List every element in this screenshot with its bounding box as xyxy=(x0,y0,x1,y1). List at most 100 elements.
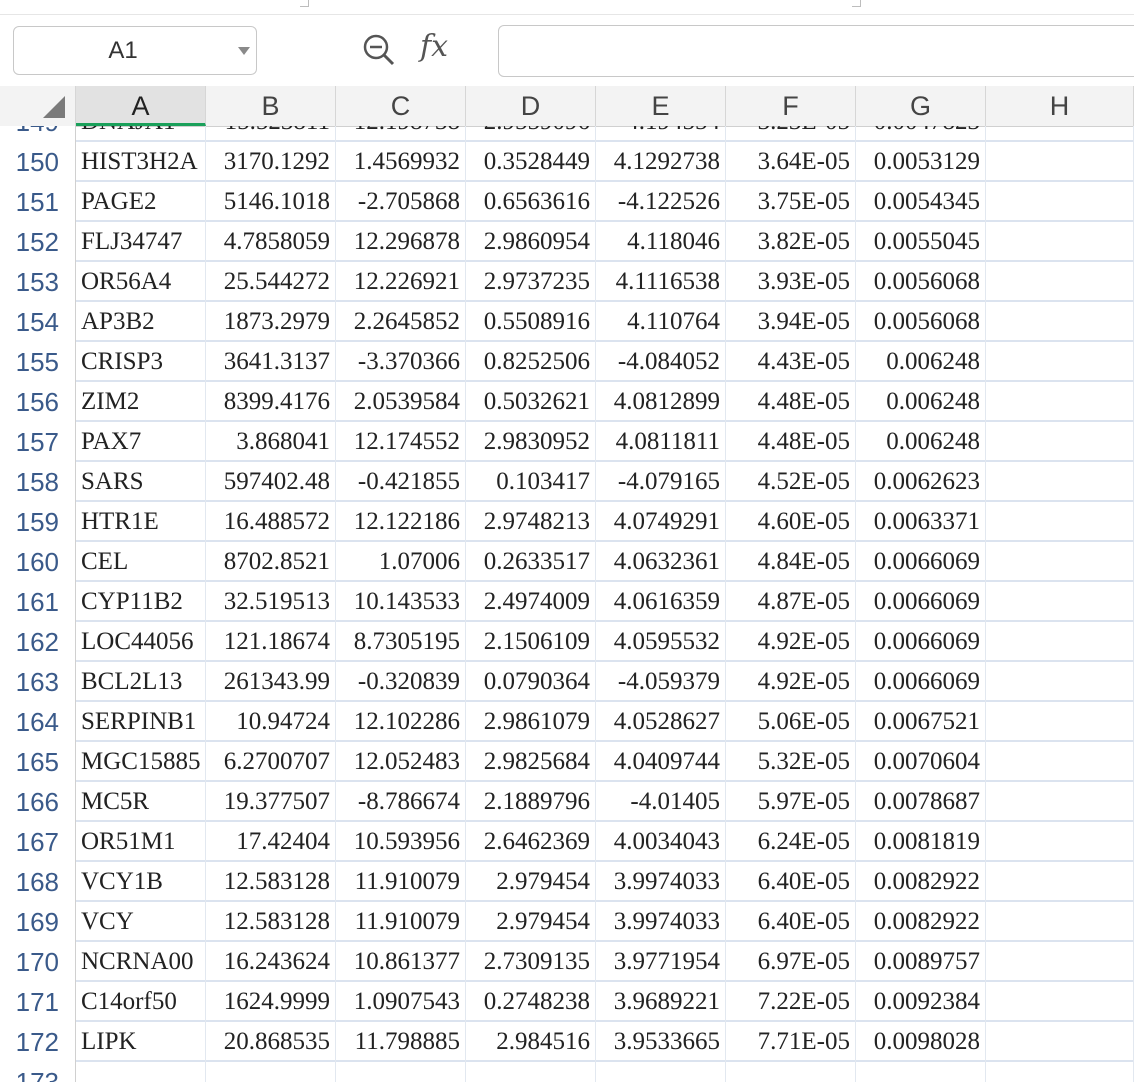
cell-a[interactable]: DNAJA1 xyxy=(76,126,206,142)
cell-a[interactable]: AP3B2 xyxy=(76,302,206,342)
cell-f[interactable]: 4.84E-05 xyxy=(726,542,856,582)
cell-a[interactable]: MGC15885 xyxy=(76,742,206,782)
column-header-d[interactable]: D xyxy=(466,86,596,126)
cell-e[interactable]: 4.0528627 xyxy=(596,702,726,742)
cell-g[interactable]: 0.0078687 xyxy=(856,782,986,822)
cell-g[interactable]: 0.0082922 xyxy=(856,862,986,902)
cell-h[interactable] xyxy=(986,126,1134,142)
cell-c[interactable]: 12.174552 xyxy=(336,422,466,462)
cell-a[interactable]: HIST3H2A xyxy=(76,142,206,182)
cell-c[interactable]: -2.705868 xyxy=(336,182,466,222)
cell-h[interactable] xyxy=(986,262,1134,302)
cell-g[interactable]: 0.0089757 xyxy=(856,942,986,982)
cell-g[interactable]: 0.0056068 xyxy=(856,262,986,302)
cell-h[interactable] xyxy=(986,622,1134,662)
cell-d[interactable]: 2.9861079 xyxy=(466,702,596,742)
cell-h[interactable] xyxy=(986,862,1134,902)
column-header-f[interactable]: F xyxy=(726,86,856,126)
cell-a[interactable]: HTR1E xyxy=(76,502,206,542)
cell-f[interactable]: 5.06E-05 xyxy=(726,702,856,742)
cell-a[interactable]: LOC44056 xyxy=(76,622,206,662)
cell-b[interactable]: 8702.8521 xyxy=(206,542,336,582)
cell-b[interactable]: 3.868041 xyxy=(206,422,336,462)
cell-e[interactable]: 4.110764 xyxy=(596,302,726,342)
cell-b[interactable]: 121.18674 xyxy=(206,622,336,662)
cell-e[interactable] xyxy=(596,1062,726,1082)
row-header[interactable]: 169 xyxy=(0,902,76,942)
cell-f[interactable]: 6.40E-05 xyxy=(726,902,856,942)
cell-e[interactable]: 3.9974033 xyxy=(596,862,726,902)
cell-c[interactable] xyxy=(336,1062,466,1082)
cell-f[interactable]: 3.93E-05 xyxy=(726,262,856,302)
cell-g[interactable]: 0.0056068 xyxy=(856,302,986,342)
cell-a[interactable]: VCY1B xyxy=(76,862,206,902)
chevron-down-icon[interactable] xyxy=(238,47,250,55)
cell-g[interactable]: 0.006248 xyxy=(856,342,986,382)
column-header-h[interactable]: H xyxy=(986,86,1134,126)
cell-b[interactable]: 32.519513 xyxy=(206,582,336,622)
cell-c[interactable]: 8.7305195 xyxy=(336,622,466,662)
cell-b[interactable]: 16.243624 xyxy=(206,942,336,982)
cell-d[interactable]: 0.0790364 xyxy=(466,662,596,702)
cell-h[interactable] xyxy=(986,742,1134,782)
cell-a[interactable]: NCRNA00 xyxy=(76,942,206,982)
cell-d[interactable]: 2.9748213 xyxy=(466,502,596,542)
cell-b[interactable]: 4.7858059 xyxy=(206,222,336,262)
cell-c[interactable]: 12.226921 xyxy=(336,262,466,302)
cell-a[interactable]: CRISP3 xyxy=(76,342,206,382)
cell-h[interactable] xyxy=(986,702,1134,742)
cell-g[interactable]: 0.0067521 xyxy=(856,702,986,742)
cell-g[interactable]: 0.0092384 xyxy=(856,982,986,1022)
cell-h[interactable] xyxy=(986,302,1134,342)
cell-f[interactable]: 3.94E-05 xyxy=(726,302,856,342)
zoom-icon[interactable] xyxy=(362,33,396,67)
cell-a[interactable]: CYP11B2 xyxy=(76,582,206,622)
cell-g[interactable]: 0.0053129 xyxy=(856,142,986,182)
cell-h[interactable] xyxy=(986,182,1134,222)
cell-a[interactable]: OR51M1 xyxy=(76,822,206,862)
row-header[interactable]: 154 xyxy=(0,302,76,342)
cell-f[interactable]: 3.64E-05 xyxy=(726,142,856,182)
cell-f[interactable]: 4.48E-05 xyxy=(726,422,856,462)
column-header-b[interactable]: B xyxy=(206,86,336,126)
cell-h[interactable] xyxy=(986,1022,1134,1062)
cell-g[interactable]: 0.0098028 xyxy=(856,1022,986,1062)
column-header-g[interactable]: G xyxy=(856,86,986,126)
cell-b[interactable]: 1624.9999 xyxy=(206,982,336,1022)
cell-e[interactable]: 3.9533665 xyxy=(596,1022,726,1062)
cell-b[interactable]: 17.42404 xyxy=(206,822,336,862)
cell-d[interactable]: 0.103417 xyxy=(466,462,596,502)
cell-d[interactable]: 2.984516 xyxy=(466,1022,596,1062)
cell-f[interactable] xyxy=(726,1062,856,1082)
cell-g[interactable]: 0.0062623 xyxy=(856,462,986,502)
cell-g[interactable] xyxy=(856,1062,986,1082)
row-header[interactable]: 159 xyxy=(0,502,76,542)
cell-e[interactable]: 3.9689221 xyxy=(596,982,726,1022)
cell-b[interactable]: 261343.99 xyxy=(206,662,336,702)
name-box[interactable]: A1 xyxy=(13,26,257,75)
cell-g[interactable]: 0.0047823 xyxy=(856,126,986,142)
cell-h[interactable] xyxy=(986,342,1134,382)
cell-a[interactable]: MC5R xyxy=(76,782,206,822)
cell-b[interactable]: 3170.1292 xyxy=(206,142,336,182)
cell-c[interactable]: 10.143533 xyxy=(336,582,466,622)
cell-c[interactable]: 10.593956 xyxy=(336,822,466,862)
cell-b[interactable]: 16.488572 xyxy=(206,502,336,542)
cell-f[interactable]: 4.92E-05 xyxy=(726,662,856,702)
cell-f[interactable]: 3.82E-05 xyxy=(726,222,856,262)
cell-c[interactable]: -0.421855 xyxy=(336,462,466,502)
cell-a[interactable]: CEL xyxy=(76,542,206,582)
cell-f[interactable]: 5.97E-05 xyxy=(726,782,856,822)
cell-e[interactable]: 4.118046 xyxy=(596,222,726,262)
row-header[interactable]: 164 xyxy=(0,702,76,742)
cell-e[interactable]: 4.194554 xyxy=(596,126,726,142)
cell-h[interactable] xyxy=(986,902,1134,942)
cell-d[interactable]: 0.8252506 xyxy=(466,342,596,382)
cell-c[interactable]: 12.052483 xyxy=(336,742,466,782)
row-header[interactable]: 151 xyxy=(0,182,76,222)
cell-d[interactable]: 0.5032621 xyxy=(466,382,596,422)
cell-b[interactable]: 12.583128 xyxy=(206,862,336,902)
cell-c[interactable]: 12.198738 xyxy=(336,126,466,142)
cell-f[interactable]: 4.92E-05 xyxy=(726,622,856,662)
row-header[interactable]: 163 xyxy=(0,662,76,702)
